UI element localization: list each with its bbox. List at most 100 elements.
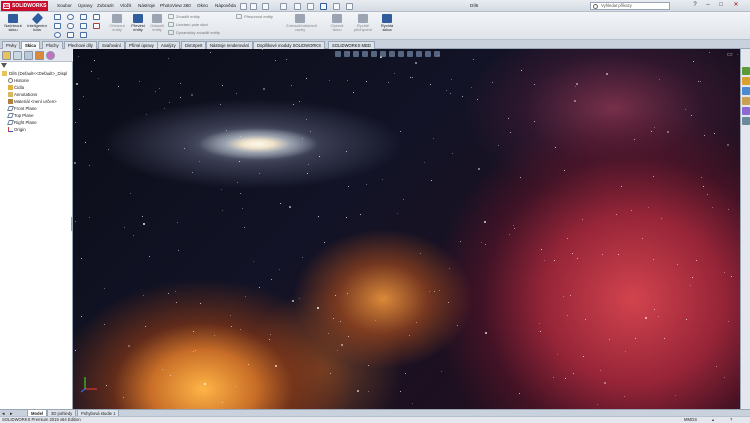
- resources-icon[interactable]: [742, 67, 750, 75]
- tab-dimxpert[interactable]: DimXpert: [181, 41, 207, 49]
- tab-evaluate[interactable]: Analýzy: [157, 41, 180, 49]
- repair-sketch-button[interactable]: Opravit skicu: [326, 14, 348, 38]
- feature-tree-root[interactable]: Díl6 (Default<<Default>_Displ: [0, 70, 67, 77]
- quick-snaps-button[interactable]: Rychlé přichycení: [350, 14, 376, 38]
- tree-item-top-plane[interactable]: Top Plane: [0, 112, 34, 119]
- star: [727, 143, 730, 146]
- linear-pattern-button[interactable]: Lineární pole skici: [168, 21, 208, 28]
- filter-icon[interactable]: [1, 63, 7, 68]
- property-manager-tab-icon[interactable]: [13, 51, 22, 60]
- open-icon[interactable]: [262, 3, 269, 10]
- tree-item-front-plane[interactable]: Front Plane: [0, 105, 37, 112]
- rebuild-icon[interactable]: [333, 3, 340, 10]
- menu-window[interactable]: Okno: [197, 0, 208, 12]
- search-commands-input[interactable]: Vyhledat příkazy: [590, 2, 670, 10]
- menu-edit[interactable]: Úpravy: [78, 0, 93, 12]
- display-pane-icon[interactable]: [434, 51, 440, 57]
- custom-properties-icon[interactable]: [742, 117, 750, 125]
- trim-entities-button[interactable]: Oříznout entity: [106, 14, 128, 38]
- star: [305, 77, 307, 79]
- zoom-to-fit-icon[interactable]: [335, 51, 341, 57]
- text-tool-icon[interactable]: [80, 32, 87, 38]
- menu-file[interactable]: Soubor: [57, 0, 72, 12]
- arc-tool-icon[interactable]: [54, 32, 61, 38]
- rectangle-tool-icon[interactable]: [54, 23, 61, 29]
- tab-features[interactable]: Prvky: [2, 41, 21, 49]
- tree-item-material[interactable]: Materiál <není určen>: [0, 98, 57, 105]
- maximize-button[interactable]: □: [716, 1, 726, 10]
- new-document-icon[interactable]: [250, 3, 257, 10]
- star: [624, 395, 626, 397]
- display-style-icon[interactable]: [389, 51, 395, 57]
- menu-view[interactable]: Zobrazit: [97, 0, 114, 12]
- circle-tool-icon[interactable]: [67, 14, 74, 20]
- tree-item-sensors[interactable]: Čidla: [0, 84, 24, 91]
- menu-insert[interactable]: Vložit: [120, 0, 131, 12]
- design-library-icon[interactable]: [742, 77, 750, 85]
- view-palette-icon[interactable]: [742, 97, 750, 105]
- help-status-icon[interactable]: ?: [730, 417, 732, 423]
- tree-item-origin[interactable]: Origin: [0, 126, 26, 133]
- spline-tool-icon[interactable]: [80, 14, 87, 20]
- offset-entities-button[interactable]: Odsadit entity: [146, 14, 168, 38]
- tab-mbd[interactable]: SOLIDWORKS MBD: [328, 41, 375, 49]
- viewport-minimize-icon[interactable]: ▭: [727, 51, 733, 58]
- appearances-icon[interactable]: [742, 107, 750, 115]
- tab-render-tools[interactable]: Nástroje renderování: [206, 41, 254, 49]
- rapid-sketch-button[interactable]: Rychlá skica: [376, 14, 398, 38]
- tab-direct-editing[interactable]: Přímé úpravy: [125, 41, 158, 49]
- pin-icon[interactable]: [240, 3, 247, 10]
- polygon-tool-icon[interactable]: [80, 23, 87, 29]
- dynamic-annotation-icon[interactable]: [371, 51, 377, 57]
- previous-view-icon[interactable]: [353, 51, 359, 57]
- units-selector[interactable]: MMGS: [684, 417, 697, 423]
- display-manager-tab-icon[interactable]: [46, 51, 55, 60]
- configuration-manager-tab-icon[interactable]: [24, 51, 33, 60]
- mirror-entities-button[interactable]: Zrcadlit entity: [168, 13, 200, 20]
- tree-item-right-plane[interactable]: Right Plane: [0, 119, 37, 126]
- plane-tool-icon[interactable]: [93, 14, 100, 20]
- undo-icon[interactable]: [307, 3, 314, 10]
- close-button[interactable]: ✕: [731, 1, 741, 10]
- file-explorer-icon[interactable]: [742, 87, 750, 95]
- line-tool-icon[interactable]: [54, 14, 61, 20]
- section-view-icon[interactable]: [362, 51, 368, 57]
- select-icon[interactable]: [320, 3, 327, 10]
- menu-help[interactable]: Nápověda: [215, 0, 236, 12]
- menu-photoview[interactable]: PhotoView 360: [160, 0, 191, 12]
- tree-item-history[interactable]: Historie: [0, 77, 29, 84]
- minimize-button[interactable]: –: [703, 1, 713, 10]
- print-icon[interactable]: [294, 3, 301, 10]
- view-orientation-icon[interactable]: [380, 51, 386, 57]
- feature-manager-tab-icon[interactable]: [2, 51, 11, 60]
- options-icon[interactable]: [346, 3, 353, 10]
- point-tool-icon[interactable]: [93, 23, 100, 29]
- zoom-area-icon[interactable]: [344, 51, 350, 57]
- edit-appearance-icon[interactable]: [407, 51, 413, 57]
- tab-sheet-metal[interactable]: Plechové díly: [64, 41, 97, 49]
- star: [512, 224, 514, 226]
- move-entities-button[interactable]: Přesunout entity: [236, 13, 273, 20]
- tab-weldments[interactable]: Svařování: [98, 41, 125, 49]
- save-icon[interactable]: [280, 3, 287, 10]
- apply-scene-icon[interactable]: [416, 51, 422, 57]
- graphics-area[interactable]: ▭: [73, 49, 740, 409]
- tab-addins[interactable]: Doplňkové moduly SOLIDWORKS: [253, 41, 325, 49]
- tab-surfaces[interactable]: Plochy: [42, 41, 63, 49]
- tree-item-annotations[interactable]: Annotations: [0, 91, 37, 98]
- view-settings-icon[interactable]: [425, 51, 431, 57]
- display-relations-button[interactable]: Zobrazit/odstranit vazby: [286, 14, 317, 38]
- sketch-button[interactable]: Načrtnout skicu: [2, 14, 24, 38]
- hide-show-items-icon[interactable]: [398, 51, 404, 57]
- help-button[interactable]: ?: [690, 1, 700, 10]
- menu-tools[interactable]: Nástroje: [138, 0, 155, 12]
- slot-tool-icon[interactable]: [67, 23, 74, 29]
- fillet-tool-icon[interactable]: [67, 32, 74, 38]
- solidworks-logo[interactable]: DS SOLIDWORKS: [1, 1, 48, 11]
- dimxpert-manager-tab-icon[interactable]: [35, 51, 44, 60]
- smart-dimension-button[interactable]: Inteligentní kóta: [26, 12, 48, 38]
- star: [382, 179, 384, 181]
- tab-sketch[interactable]: Skica: [21, 41, 40, 49]
- customize-status-icon[interactable]: ▴: [712, 417, 714, 423]
- dynamic-mirror-button[interactable]: Dynamicky zrcadlit entity: [168, 29, 220, 36]
